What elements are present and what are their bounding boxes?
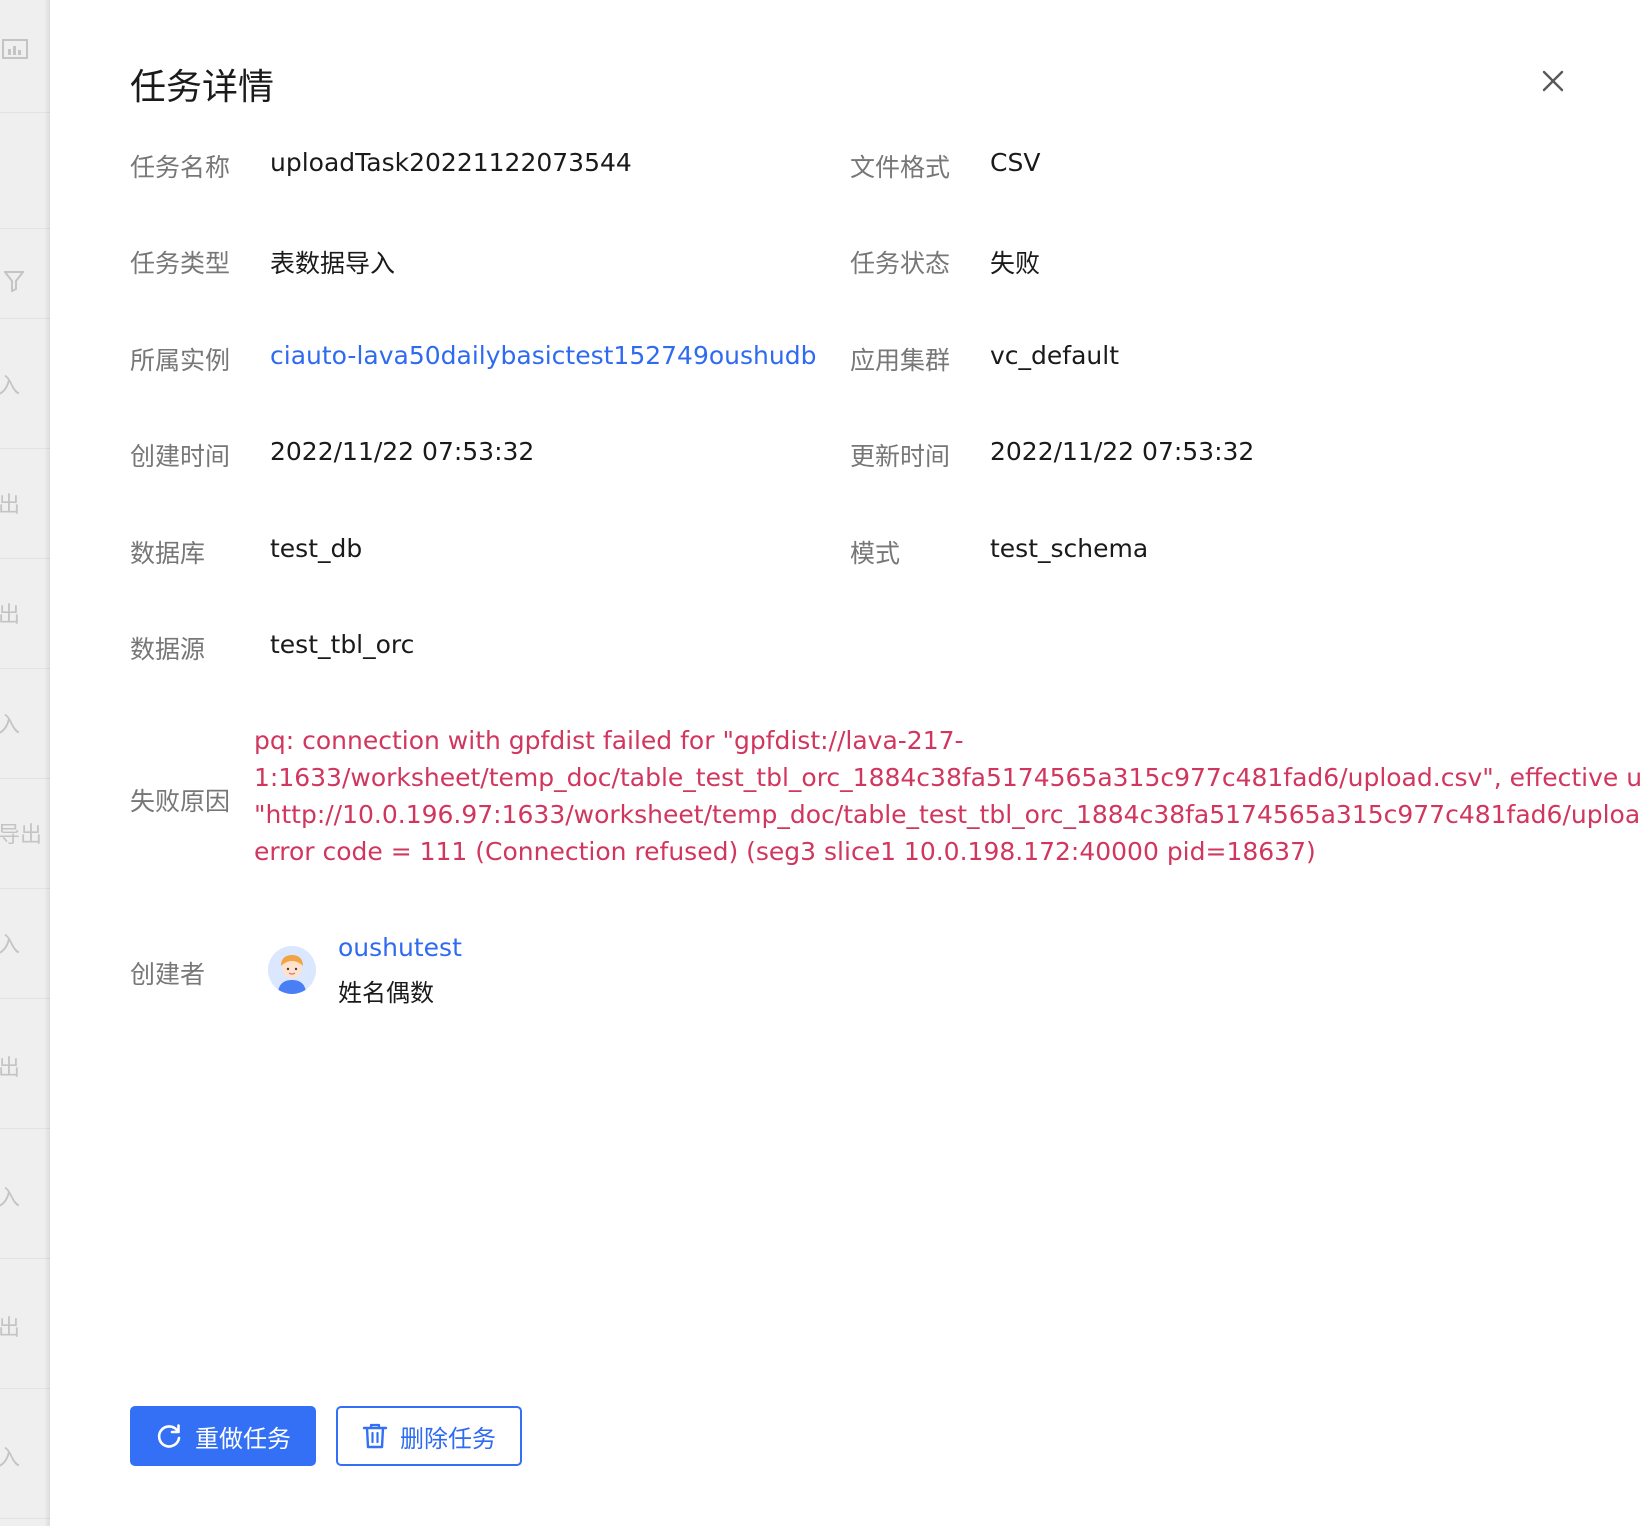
bg-item-text: 入 [0, 933, 21, 958]
bg-item-text: 出 [0, 1056, 21, 1081]
bg-divider [0, 888, 50, 889]
bg-item-text: 入 [0, 1186, 21, 1211]
bg-divider [0, 1518, 50, 1519]
bg-divider [0, 228, 50, 229]
redo-task-label: 重做任务 [195, 1424, 291, 1453]
bg-item-text: 入 [0, 713, 21, 738]
bg-item-text: 出 [0, 1316, 21, 1341]
task-type-label: 任务类型 [130, 249, 231, 278]
task-name-value: uploadTask20221122073544 [270, 148, 632, 177]
bg-divider [0, 998, 50, 999]
filter-icon [2, 270, 26, 298]
bg-divider [0, 1128, 50, 1129]
schema-label: 模式 [850, 539, 901, 568]
bg-item-text: 导出 [0, 823, 43, 848]
file-format-label: 文件格式 [850, 153, 951, 182]
bg-divider [0, 1258, 50, 1259]
cluster-label: 应用集群 [850, 346, 951, 375]
bg-divider [0, 558, 50, 559]
drawer-title: 任务详情 [130, 67, 275, 108]
bg-divider [0, 318, 50, 319]
task-name-label: 任务名称 [130, 153, 231, 182]
updated-at-label: 更新时间 [850, 442, 951, 471]
close-button[interactable] [1535, 63, 1571, 99]
schema-value: test_schema [990, 534, 1149, 563]
failure-reason-line: error code = 111 (Connection refused) (s… [254, 837, 1316, 866]
instance-label: 所属实例 [130, 346, 231, 375]
file-format-value: CSV [990, 148, 1041, 177]
cluster-value: vc_default [990, 341, 1120, 370]
task-detail-drawer: 任务详情 任务名称 uploadTask20221122073544 文件格式 … [50, 0, 1640, 1526]
task-status-label: 任务状态 [850, 249, 951, 278]
failure-reason-line: pq: connection with gpfdist failed for "… [254, 726, 964, 755]
creator-display-name: 姓名偶数 [338, 979, 434, 1007]
instance-link[interactable]: ciauto-lava50dailybasictest152749oushudb [270, 341, 816, 370]
task-status-value: 失败 [990, 249, 1041, 278]
chart-icon [2, 38, 28, 68]
failure-reason-text: pq: connection with gpfdist failed for "… [254, 722, 1640, 870]
failure-reason-line: 1:1633/worksheet/temp_doc/table_test_tbl… [254, 763, 1640, 792]
bg-divider [0, 1388, 50, 1389]
updated-at-value: 2022/11/22 07:53:32 [990, 437, 1255, 466]
bg-item-text: 出 [0, 493, 21, 518]
avatar [268, 946, 316, 994]
bg-divider [0, 668, 50, 669]
bg-divider [0, 448, 50, 449]
redo-task-button[interactable]: 重做任务 [130, 1406, 316, 1466]
bg-item-text: 入 [0, 1446, 21, 1471]
bg-item-text: 出 [0, 603, 21, 628]
close-icon [1542, 70, 1564, 92]
created-at-label: 创建时间 [130, 442, 231, 471]
delete-task-button[interactable]: 删除任务 [336, 1406, 522, 1466]
datasource-value: test_tbl_orc [270, 630, 415, 659]
bg-divider [0, 778, 50, 779]
task-type-value: 表数据导入 [270, 249, 396, 278]
bg-item-text: 入 [0, 374, 21, 399]
datasource-label: 数据源 [130, 635, 206, 664]
failure-reason-label: 失败原因 [130, 787, 231, 816]
background-page: 入 出 出 入 导出 入 出 入 出 入 [0, 0, 50, 1526]
creator-label: 创建者 [130, 960, 206, 989]
trash-icon [362, 1423, 388, 1449]
database-value: test_db [270, 534, 363, 563]
failure-reason-line: "http://10.0.196.97:1633/worksheet/temp_… [254, 800, 1640, 829]
redo-icon [157, 1424, 181, 1448]
delete-task-label: 删除任务 [400, 1424, 496, 1453]
database-label: 数据库 [130, 539, 206, 568]
created-at-value: 2022/11/22 07:53:32 [270, 437, 535, 466]
creator-username-link[interactable]: oushutest [338, 933, 462, 962]
bg-divider [0, 112, 50, 113]
user-avatar-icon [268, 946, 316, 994]
